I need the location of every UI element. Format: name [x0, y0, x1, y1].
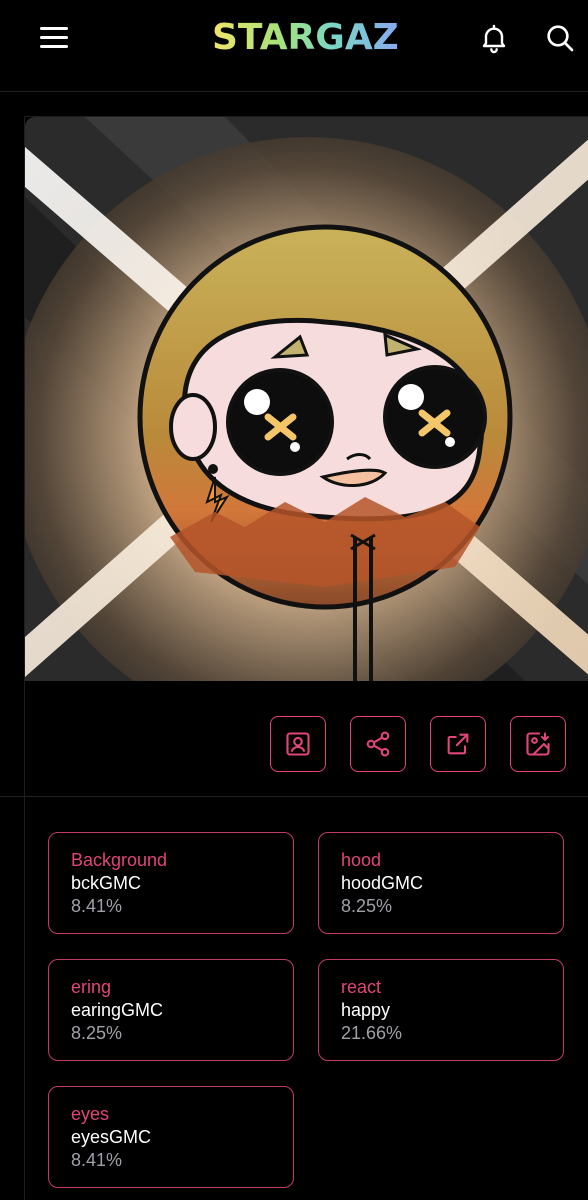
trait-value: happy	[341, 1000, 391, 1020]
trait-name: eyes	[71, 1104, 110, 1124]
trait-value: earingGMC	[71, 1000, 164, 1020]
menu-icon[interactable]	[40, 26, 68, 50]
trait-name: react	[341, 977, 382, 997]
profile-button[interactable]	[270, 716, 326, 772]
trait-value: hoodGMC	[341, 873, 424, 893]
trait-card[interactable]: Background bckGMC 8.41%	[48, 832, 294, 934]
trait-percent: 8.41%	[71, 896, 123, 916]
trait-card[interactable]: ering earingGMC 8.25%	[48, 959, 294, 1061]
nft-artwork[interactable]	[25, 117, 588, 681]
download-image-button[interactable]	[510, 716, 566, 772]
trait-percent: 21.66%	[341, 1023, 403, 1043]
trait-percent: 8.25%	[341, 896, 393, 916]
section-divider	[0, 796, 588, 797]
trait-name: hood	[341, 850, 382, 870]
profile-icon	[286, 732, 310, 756]
menu-line	[40, 45, 68, 48]
menu-line	[40, 27, 68, 30]
trait-name: ering	[71, 977, 112, 997]
trait-card[interactable]: eyes eyesGMC 8.41%	[48, 1086, 294, 1188]
share-button[interactable]	[350, 716, 406, 772]
trait-card[interactable]: react happy 21.66%	[318, 959, 564, 1061]
trait-value: eyesGMC	[71, 1127, 152, 1147]
trait-percent: 8.41%	[71, 1150, 123, 1170]
external-link-icon	[447, 733, 469, 755]
trait-card[interactable]: hood hoodGMC 8.25%	[318, 832, 564, 934]
stargaze-logo[interactable]: STARGAZE	[212, 14, 423, 62]
trait-percent: 8.25%	[71, 1023, 123, 1043]
open-external-button[interactable]	[430, 716, 486, 772]
bell-icon[interactable]	[478, 22, 510, 54]
share-icon	[366, 731, 390, 757]
trait-name: Background	[71, 850, 168, 870]
top-bar: STARGAZE	[0, 0, 588, 92]
download-image-icon	[526, 732, 550, 756]
search-icon[interactable]	[544, 22, 576, 54]
menu-line	[40, 36, 68, 39]
trait-value: bckGMC	[71, 873, 142, 893]
